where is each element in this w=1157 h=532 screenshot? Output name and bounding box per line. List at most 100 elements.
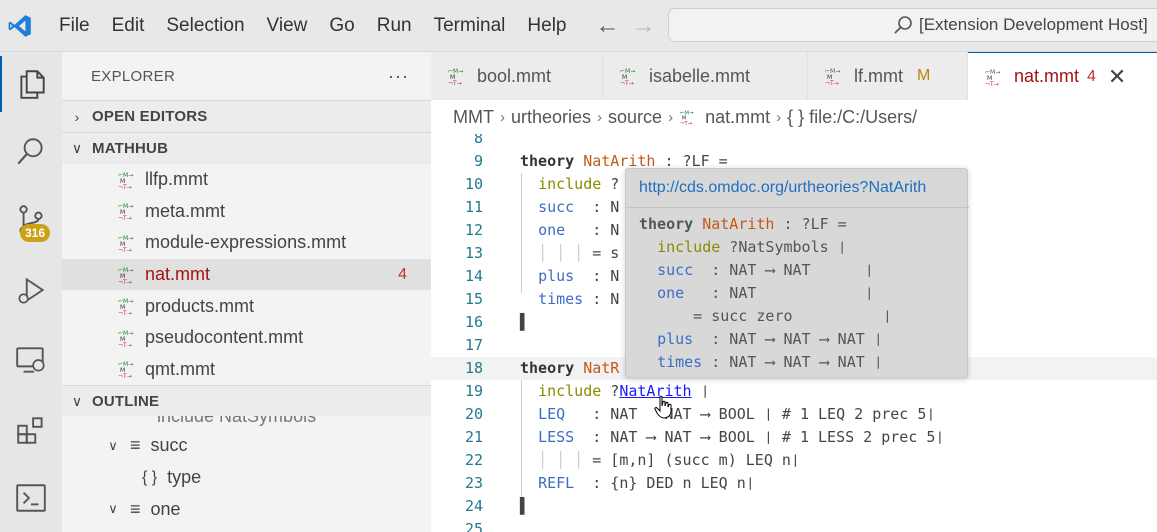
- keyword: theory: [520, 359, 575, 377]
- line-number: 20: [464, 405, 483, 423]
- line-number: 18: [464, 359, 483, 377]
- tab-isabelle[interactable]: ⌐M→ M ¬T→ isabelle.mmt: [603, 52, 808, 100]
- file-item-pseudocontent[interactable]: ⌐M→ M ¬T→ pseudocontent.mmt: [62, 322, 431, 354]
- outline-item-label: type: [167, 467, 202, 488]
- line-number: 17: [464, 336, 483, 354]
- file-item-qmt[interactable]: ⌐M→ M ¬T→ qmt.mmt: [62, 354, 431, 386]
- menu-go[interactable]: Go: [320, 11, 363, 41]
- forward-arrow-icon[interactable]: →: [626, 12, 662, 40]
- search-icon: [894, 16, 912, 34]
- outline-item-one[interactable]: ∨ ≡ one: [62, 493, 431, 525]
- svg-text:¬T→: ¬T→: [118, 215, 132, 221]
- remote-explorer-icon[interactable]: [0, 332, 62, 388]
- outline-section[interactable]: ∨ OUTLINE: [62, 385, 431, 417]
- constant-name: REFL: [538, 474, 575, 492]
- breadcrumb: MMT › urtheories › source › ⌐M→ M ¬T→ nat.…: [431, 100, 1157, 134]
- code-text: ?: [601, 175, 620, 193]
- mmt-file-icon: ⌐M→M¬T→: [680, 110, 694, 126]
- breadcrumb-item[interactable]: source: [608, 107, 662, 128]
- file-name: module-expressions.mmt: [145, 232, 347, 253]
- back-arrow-icon[interactable]: ←: [590, 12, 626, 40]
- more-actions-icon[interactable]: ···: [388, 66, 409, 87]
- vscode-logo-icon: [2, 8, 38, 44]
- chevron-right-icon: ›: [776, 108, 782, 126]
- mathhub-label: MATHHUB: [92, 140, 169, 157]
- code-text: : {n} DED n LEQ n❘: [574, 474, 755, 492]
- code-line: 22 │ │ │ = [m,n] (succ m) LEQ n❘: [431, 449, 1157, 472]
- file-item-module-expressions[interactable]: ⌐M→ M ¬T→ module-expressions.mmt: [62, 227, 431, 259]
- code-text: ?NatSymbols ❘: [720, 238, 847, 256]
- chevron-down-icon: ∨: [71, 140, 83, 156]
- keyword: theory: [520, 152, 575, 170]
- outline-item-type[interactable]: { } type: [62, 462, 431, 494]
- code-text: : N: [574, 267, 620, 285]
- svg-text:¬T→: ¬T→: [118, 342, 132, 348]
- mmt-file-icon: ⌐M→M¬T→: [448, 68, 463, 86]
- mmt-file-icon: ⌐M→M¬T→: [985, 69, 1000, 87]
- file-name: pseudocontent.mmt: [145, 327, 304, 348]
- menu-file[interactable]: File: [50, 11, 99, 41]
- file-item-meta[interactable]: ⌐M→ M ¬T→ meta.mmt: [62, 196, 431, 228]
- breadcrumb-item[interactable]: urtheories: [511, 107, 591, 128]
- open-editors-section[interactable]: › OPEN EDITORS: [62, 100, 431, 132]
- explorer-icon[interactable]: [0, 56, 62, 112]
- breadcrumb-item[interactable]: MMT: [453, 107, 494, 128]
- chevron-down-icon: ∨: [108, 437, 118, 453]
- tab-nat[interactable]: ⌐M→ M ¬T→ nat.mmt 4 ✕: [968, 52, 1157, 100]
- run-debug-icon[interactable]: [0, 262, 62, 318]
- file-name: meta.mmt: [145, 200, 226, 221]
- code-line: 21 LESS : NAT ⟶ NAT ⟶ BOOL ❘ # 1 LESS 2 …: [431, 426, 1157, 449]
- menu-terminal[interactable]: Terminal: [425, 11, 515, 41]
- hover-uri-link[interactable]: http://cds.omdoc.org/urtheories?NatArith: [639, 179, 926, 197]
- code-line: 19 include ?NatArith ❘: [431, 380, 1157, 403]
- hover-tooltip: http://cds.omdoc.org/urtheories?NatArith…: [625, 168, 969, 378]
- breadcrumb-item[interactable]: nat.mmt: [705, 107, 770, 128]
- field-icon: ≡: [130, 498, 141, 519]
- line-number: 14: [464, 267, 483, 285]
- code-text: : ?LF =: [774, 215, 847, 233]
- menu-view[interactable]: View: [258, 11, 317, 41]
- line-number: 10: [464, 175, 483, 193]
- close-icon[interactable]: ✕: [1108, 64, 1126, 90]
- code-text: = s: [592, 244, 620, 262]
- line-number: 11: [464, 198, 483, 216]
- file-item-nat[interactable]: ⌐M→ M ¬T→ nat.mmt 4: [62, 258, 431, 291]
- menu-help[interactable]: Help: [518, 11, 575, 41]
- menu-edit[interactable]: Edit: [103, 11, 154, 41]
- mmt-file-icon: ⌐M→M¬T→: [620, 68, 635, 86]
- mmt-file-icon: ⌐M→M¬T→: [118, 267, 133, 285]
- tab-label: bool.mmt: [477, 65, 552, 86]
- command-center[interactable]: [Extension Development Host]: [668, 8, 1157, 42]
- line-number: 9: [473, 152, 483, 170]
- theory-name: NatR: [583, 359, 620, 377]
- file-item-products[interactable]: ⌐M→ M ¬T→ products.mmt: [62, 290, 431, 322]
- outline-item-succ[interactable]: ∨ ≡ succ: [62, 430, 431, 462]
- line-number: 21: [464, 428, 483, 446]
- mmt-file-icon: ⌐M→M¬T→: [118, 172, 133, 190]
- braces-icon: { }: [142, 468, 158, 486]
- theory-name: NatArith: [702, 215, 775, 233]
- chevron-down-icon: ∨: [71, 392, 83, 409]
- file-name: products.mmt: [145, 295, 255, 316]
- menu-selection[interactable]: Selection: [157, 11, 253, 41]
- problem-count-badge: 4: [1087, 67, 1096, 85]
- tab-label: lf.mmt: [854, 65, 903, 86]
- menu-run[interactable]: Run: [368, 11, 421, 41]
- mathhub-section[interactable]: ∨ MATHHUB: [62, 132, 431, 164]
- editor-tabs: ⌐M→ M ¬T→ bool.mmt ⌐M→ M ¬T→ isabelle.mmt ⌐M…: [431, 52, 1157, 100]
- tab-lf[interactable]: ⌐M→ M ¬T→ lf.mmt M: [808, 52, 968, 100]
- title-bar: File Edit Selection View Go Run Terminal…: [0, 0, 1157, 52]
- breadcrumb-item[interactable]: { } file:/C:/Users/: [787, 107, 917, 128]
- terminal-panel-icon[interactable]: [0, 470, 62, 526]
- constant-name: plus: [538, 267, 575, 285]
- tab-bool[interactable]: ⌐M→ M ¬T→ bool.mmt: [431, 52, 603, 100]
- file-name: qmt.mmt: [145, 358, 215, 379]
- outline-label: OUTLINE: [92, 392, 160, 410]
- outline-item-label: include NatSymbols: [157, 416, 317, 427]
- file-item-llfp[interactable]: ⌐M→ M ¬T→ llfp.mmt: [62, 164, 431, 196]
- module-delimiter: ▌: [520, 313, 530, 331]
- search-icon[interactable]: [0, 124, 62, 180]
- extensions-icon[interactable]: [0, 402, 62, 458]
- code-text: ?: [601, 382, 620, 400]
- line-number: 16: [464, 313, 483, 331]
